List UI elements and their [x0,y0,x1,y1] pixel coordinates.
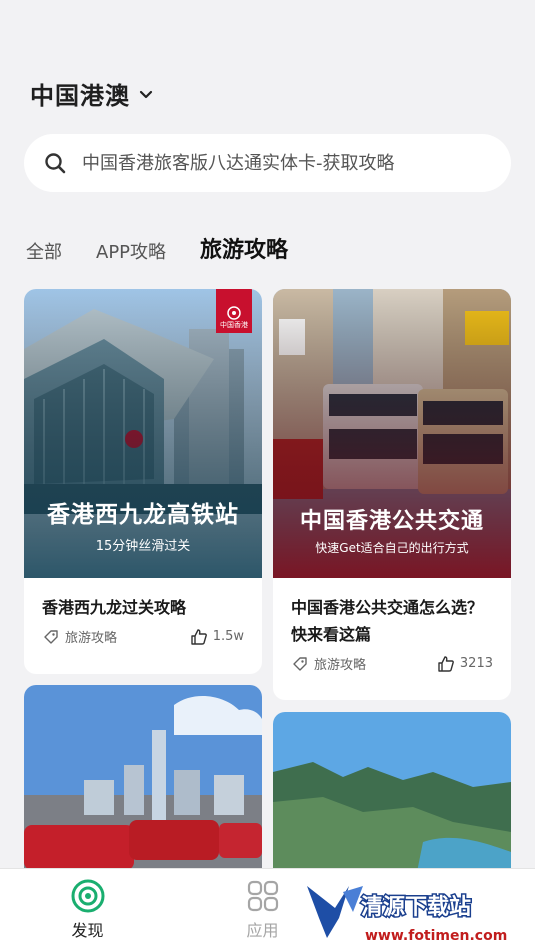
cover-title: 香港西九龙高铁站 [47,502,239,528]
watermark-url: www.fotimen.com [365,928,507,944]
guide-card[interactable] [273,712,511,892]
tag-label: 旅游攻略 [314,658,367,673]
nav-discover-label: 发现 [71,921,104,940]
card-tag: 旅游攻略 [291,654,366,673]
guide-card[interactable] [24,685,262,885]
card-cover-image: 中国香港 香港西九龙高铁站 15分钟丝滑过关 [24,289,262,578]
region-title: 中国港澳 [30,82,130,110]
like-count[interactable]: 1.5w [190,628,244,646]
like-count[interactable]: 3213 [437,655,493,673]
cover-subtitle: 15分钟丝滑过关 [95,539,191,554]
nav-apps-label: 应用 [246,921,279,940]
thumbs-up-icon [190,628,207,645]
card-title: 香港西九龙过关攻略 [42,598,187,617]
guide-card[interactable]: 中国香港 香港西九龙高铁站 15分钟丝滑过关 香港西九龙过关攻略 旅游攻略 1.… [24,289,262,674]
thumbs-up-icon [438,655,454,672]
badge-label: 中国香港 [220,321,248,329]
card-cover-image [273,712,511,892]
cover-title: 中国香港公共交通 [299,509,484,534]
tab-all[interactable]: 全部 [26,238,62,264]
tag-label: 旅游攻略 [65,631,118,646]
harbour-taxi-illustration [24,685,262,885]
discover-icon [71,879,104,913]
card-tag: 旅游攻略 [42,627,117,646]
card-meta: 旅游攻略 3213 [273,648,511,673]
like-count-value: 3213 [459,656,493,671]
region-selector[interactable]: 中国港澳 [30,76,154,111]
tag-icon [293,656,307,671]
coastline-illustration [273,712,511,892]
search-input[interactable] [82,152,482,174]
cover-subtitle: 快速Get适合自己的出行方式 [315,541,469,555]
apps-grid-icon [247,880,278,912]
tab-app-guides[interactable]: APP攻略 [96,238,166,264]
tab-travel-guides[interactable]: 旅游攻略 [200,232,288,264]
card-cover-image [24,685,262,885]
bauhinia-icon [227,306,241,320]
search-bar[interactable] [24,134,511,192]
like-count-value: 1.5w [212,629,244,644]
search-icon [45,153,66,174]
card-meta: 旅游攻略 1.5w [24,621,262,646]
card-cover-image: 中国香港公共交通 快速Get适合自己的出行方式 [273,289,511,578]
category-tabs: 全部 APP攻略 旅游攻略 [26,228,288,264]
watermark-text: 清源下载站 [361,894,471,920]
chevron-down-icon [139,90,153,98]
watermark-logo: 清源下载站 www.fotimen.com [307,886,508,945]
guide-card[interactable]: 中国香港公共交通 快速Get适合自己的出行方式 中国香港公共交通怎么选？快来看这… [273,289,511,700]
card-title: 中国香港公共交通怎么选？快来看这篇 [291,598,484,644]
nav-discover[interactable]: 发现 [0,869,175,951]
hk-badge: 中国香港 [216,289,252,333]
tag-icon [44,629,58,644]
